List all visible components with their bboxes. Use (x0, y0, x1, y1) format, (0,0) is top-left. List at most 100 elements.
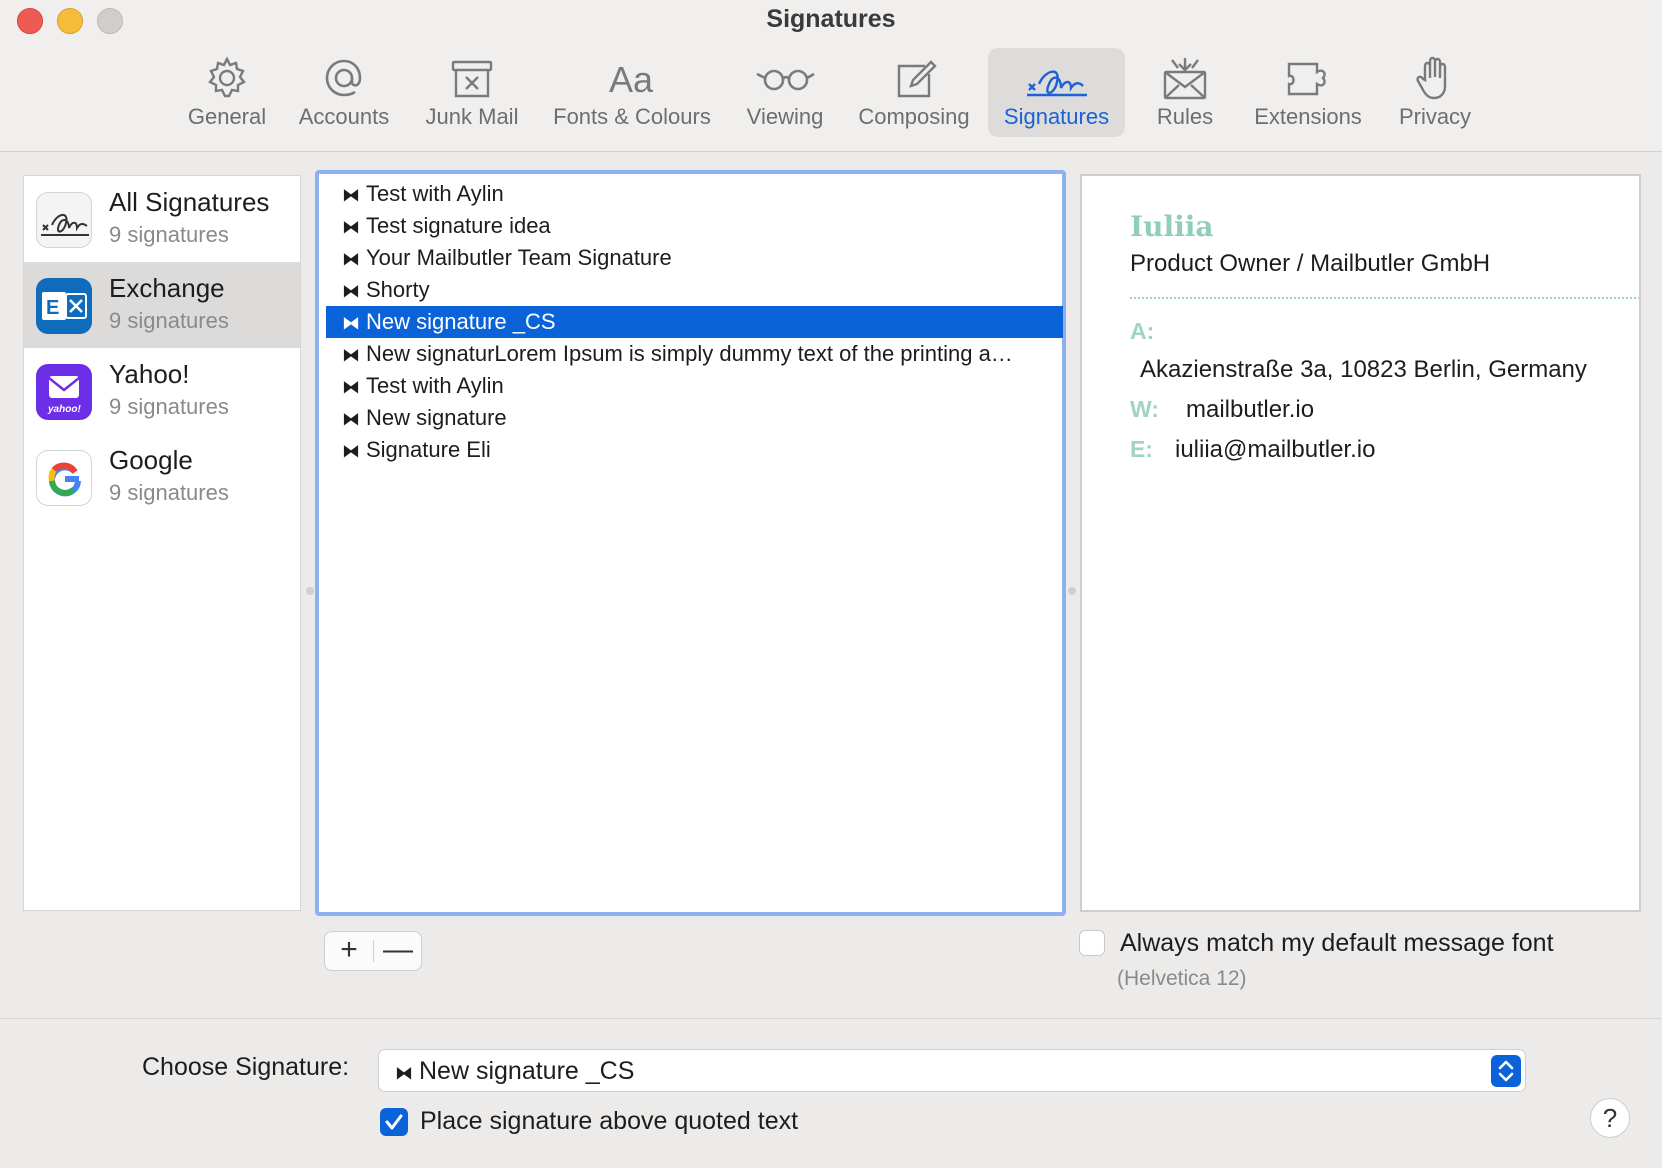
default-font-hint: (Helvetica 12) (1117, 967, 1247, 990)
signature-preview[interactable]: Iuliia Product Owner / Mailbutler GmbH A… (1080, 174, 1641, 912)
checkmark-icon (385, 1114, 403, 1130)
list-item[interactable]: ⧓ Test with Aylin (326, 370, 1063, 402)
hand-icon (1416, 56, 1447, 100)
tab-label: General (187, 104, 267, 129)
list-item[interactable]: ⧓ New signaturLorem Ipsum is simply dummy… (326, 338, 1063, 370)
accounts-sidebar: All Signatures 9 signatures E Exchange 9… (23, 175, 301, 911)
tab-label: Signatures (1003, 104, 1110, 129)
choose-signature-text: New signature _CS (419, 1057, 635, 1085)
chevron-updown-icon[interactable] (1491, 1055, 1521, 1087)
tab-general[interactable]: General (180, 48, 274, 137)
signature-name: New signature (366, 405, 507, 430)
gear-icon (208, 56, 246, 98)
preview-email: iuliia@mailbutler.io (1175, 436, 1376, 463)
tab-composing[interactable]: Composing (852, 48, 976, 137)
preview-address-label: A: (1130, 318, 1155, 344)
title-bar: Signatures General Accounts Junk Mail Aa… (0, 0, 1662, 152)
tab-junk-mail[interactable]: Junk Mail (418, 48, 526, 137)
add-remove-buttons: + — (324, 931, 422, 971)
at-icon (325, 59, 362, 97)
preview-role: Product Owner / Mailbutler GmbH (1130, 250, 1491, 277)
signature-icon: ⧓ (342, 313, 360, 333)
account-all-signatures[interactable]: All Signatures 9 signatures (24, 176, 300, 262)
signature-list[interactable]: ⧓ Test with Aylin ⧓ Test signature idea ⧓ Y… (315, 170, 1066, 916)
splitter-handle[interactable] (1068, 587, 1076, 595)
signature-icon: ⧓ (342, 345, 360, 365)
account-exchange[interactable]: E Exchange 9 signatures (24, 262, 300, 348)
signature-name: Shorty (366, 277, 430, 302)
tab-label: Privacy (1398, 104, 1472, 129)
account-count: 9 signatures (109, 222, 229, 247)
preview-web-label: W: (1130, 396, 1159, 422)
remove-signature-button[interactable]: — (374, 932, 422, 970)
compose-icon (897, 60, 937, 98)
account-name: Yahoo! (109, 359, 190, 389)
signature-icon: ⧓ (342, 441, 360, 461)
splitter-handle[interactable] (306, 587, 314, 595)
signature-icon (1026, 70, 1087, 97)
choose-signature-value: ⧓ New signature _CS (395, 1057, 634, 1086)
list-item[interactable]: ⧓ Test signature idea (326, 210, 1063, 242)
svg-text:E: E (46, 297, 59, 319)
tab-label: Extensions (1254, 104, 1362, 129)
match-font-label: Always match my default message font (1120, 929, 1554, 957)
preview-email-label: E: (1130, 436, 1153, 462)
list-item[interactable]: ⧓ Shorty (326, 274, 1063, 306)
signature-name: Signature Eli (366, 437, 491, 462)
signature-icon: ⧓ (342, 217, 360, 237)
preview-address: Akazienstraße 3a, 10823 Berlin, Germany (1140, 356, 1587, 383)
list-item[interactable]: ⧓ Signature Eli (326, 434, 1063, 466)
account-google[interactable]: Google 9 signatures (24, 434, 300, 520)
tab-label: Fonts & Colours (553, 104, 711, 129)
preview-web: mailbutler.io (1186, 396, 1315, 423)
signature-icon: ⧓ (395, 1063, 413, 1083)
tab-label: Viewing (746, 104, 824, 129)
choose-signature-label: Choose Signature: (142, 1053, 350, 1081)
list-item[interactable]: ⧓ Your Mailbutler Team Signature (326, 242, 1063, 274)
choose-signature-select[interactable]: ⧓ New signature _CS (378, 1049, 1526, 1092)
signature-icon: ⧓ (342, 377, 360, 397)
list-item[interactable]: ⧓ New signature (326, 402, 1063, 434)
yahoo-icon: yahoo! (36, 364, 92, 420)
tab-viewing[interactable]: Viewing (740, 48, 830, 137)
all-signatures-icon (36, 192, 92, 248)
help-button[interactable]: ? (1590, 1098, 1630, 1138)
signature-name: Test signature idea (366, 213, 551, 238)
preview-divider (1130, 297, 1639, 299)
list-item-selected[interactable]: ⧓ New signature _CS (326, 306, 1063, 338)
signature-icon: ⧓ (342, 409, 360, 429)
tab-accounts[interactable]: Accounts (292, 48, 396, 137)
signature-name: Your Mailbutler Team Signature (366, 245, 672, 270)
preview-name: Iuliia (1130, 210, 1214, 243)
signature-icon: ⧓ (342, 281, 360, 301)
signature-name: New signaturLorem Ipsum is simply dummy … (366, 341, 1013, 366)
place-above-checkbox[interactable] (380, 1108, 408, 1136)
tab-rules[interactable]: Rules (1150, 48, 1220, 137)
tab-extensions[interactable]: Extensions (1246, 48, 1370, 137)
match-font-checkbox[interactable] (1079, 930, 1105, 956)
signature-icon: ⧓ (342, 249, 360, 269)
account-count: 9 signatures (109, 308, 229, 333)
signature-icon: ⧓ (342, 185, 360, 205)
exchange-icon: E (36, 278, 92, 334)
tab-signatures[interactable]: Signatures (988, 48, 1125, 137)
fonts-icon: Aa (609, 59, 654, 100)
tab-label: Accounts (298, 104, 390, 129)
account-yahoo[interactable]: yahoo! Yahoo! 9 signatures (24, 348, 300, 434)
glasses-icon (756, 69, 815, 91)
account-name: Exchange (109, 273, 225, 303)
list-item[interactable]: ⧓ Test with Aylin (326, 178, 1063, 210)
signature-name: Test with Aylin (366, 181, 504, 206)
tab-label: Junk Mail (425, 104, 519, 129)
tab-label: Composing (858, 104, 970, 129)
window-title: Signatures (766, 5, 896, 33)
google-icon (36, 450, 92, 506)
junk-icon (451, 60, 493, 98)
signature-name: New signature _CS (366, 309, 556, 334)
divider (0, 1018, 1662, 1019)
tab-privacy[interactable]: Privacy (1390, 48, 1480, 137)
rules-icon (1163, 58, 1207, 100)
tab-fonts-colours[interactable]: Aa Fonts & Colours (545, 48, 719, 137)
account-count: 9 signatures (109, 394, 229, 419)
add-signature-button[interactable]: + (325, 932, 373, 970)
